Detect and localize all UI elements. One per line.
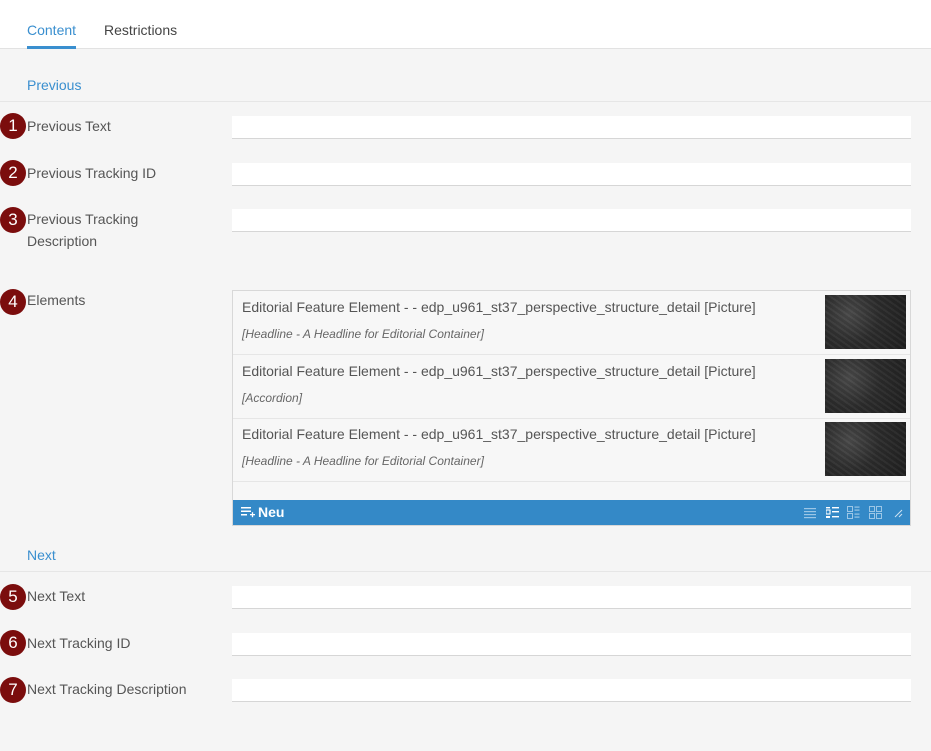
step-badge-3: 3 bbox=[0, 207, 26, 233]
section-title-previous: Previous bbox=[27, 77, 82, 93]
elements-list: Editorial Feature Element - - edp_u961_s… bbox=[232, 290, 911, 526]
resize-handle-icon[interactable] bbox=[894, 509, 903, 518]
tab-bar: Content Restrictions bbox=[0, 0, 931, 49]
elements-label: Elements bbox=[27, 292, 86, 308]
step-badge-4: 4 bbox=[0, 289, 26, 315]
previous-tracking-description-input[interactable] bbox=[232, 209, 911, 232]
tile-view-icon[interactable] bbox=[847, 506, 860, 519]
element-subtitle: [Accordion] bbox=[242, 391, 303, 405]
new-list-icon bbox=[241, 507, 255, 518]
next-tracking-description-input[interactable] bbox=[232, 679, 911, 702]
tab-restrictions[interactable]: Restrictions bbox=[104, 22, 177, 38]
next-tracking-id-label: Next Tracking ID bbox=[27, 635, 131, 651]
step-badge-2: 2 bbox=[0, 160, 26, 186]
element-subtitle: [Headline - A Headline for Editorial Con… bbox=[242, 327, 484, 341]
next-text-label: Next Text bbox=[27, 588, 86, 604]
active-tab-indicator bbox=[27, 46, 76, 49]
previous-text-input[interactable] bbox=[232, 116, 911, 139]
element-subtitle: [Headline - A Headline for Editorial Con… bbox=[242, 454, 484, 468]
elements-toolbar: Neu bbox=[233, 500, 910, 525]
next-tracking-id-input[interactable] bbox=[232, 633, 911, 656]
tab-content[interactable]: Content bbox=[27, 22, 76, 38]
next-tracking-description-label: Next Tracking Description bbox=[27, 681, 187, 697]
previous-tracking-id-input[interactable] bbox=[232, 163, 911, 186]
element-row[interactable]: Editorial Feature Element - - edp_u961_s… bbox=[233, 418, 910, 482]
element-title: Editorial Feature Element - - edp_u961_s… bbox=[242, 426, 756, 442]
previous-text-label: Previous Text bbox=[27, 118, 111, 134]
element-thumbnail bbox=[825, 359, 906, 413]
element-thumbnail bbox=[825, 295, 906, 349]
previous-tracking-description-label: Previous Tracking Description bbox=[27, 211, 139, 249]
grid-view-icon[interactable] bbox=[869, 506, 882, 519]
section-header-previous: Previous bbox=[0, 70, 931, 102]
new-element-button[interactable]: Neu bbox=[241, 504, 284, 520]
element-title: Editorial Feature Element - - edp_u961_s… bbox=[242, 363, 756, 379]
step-badge-5: 5 bbox=[0, 584, 26, 610]
element-row[interactable]: Editorial Feature Element - - edp_u961_s… bbox=[233, 355, 910, 419]
next-text-input[interactable] bbox=[232, 586, 911, 609]
new-element-label: Neu bbox=[258, 504, 285, 520]
section-header-next: Next bbox=[0, 540, 931, 572]
element-title: Editorial Feature Element - - edp_u961_s… bbox=[242, 299, 756, 315]
previous-tracking-id-label: Previous Tracking ID bbox=[27, 165, 157, 181]
step-badge-7: 7 bbox=[0, 677, 26, 703]
element-row[interactable]: Editorial Feature Element - - edp_u961_s… bbox=[233, 291, 910, 355]
element-thumbnail bbox=[825, 422, 906, 476]
detail-view-icon[interactable] bbox=[826, 506, 839, 519]
step-badge-6: 6 bbox=[0, 630, 26, 656]
list-view-icon[interactable] bbox=[804, 506, 817, 519]
step-badge-1: 1 bbox=[0, 113, 26, 139]
section-title-next: Next bbox=[27, 547, 56, 563]
